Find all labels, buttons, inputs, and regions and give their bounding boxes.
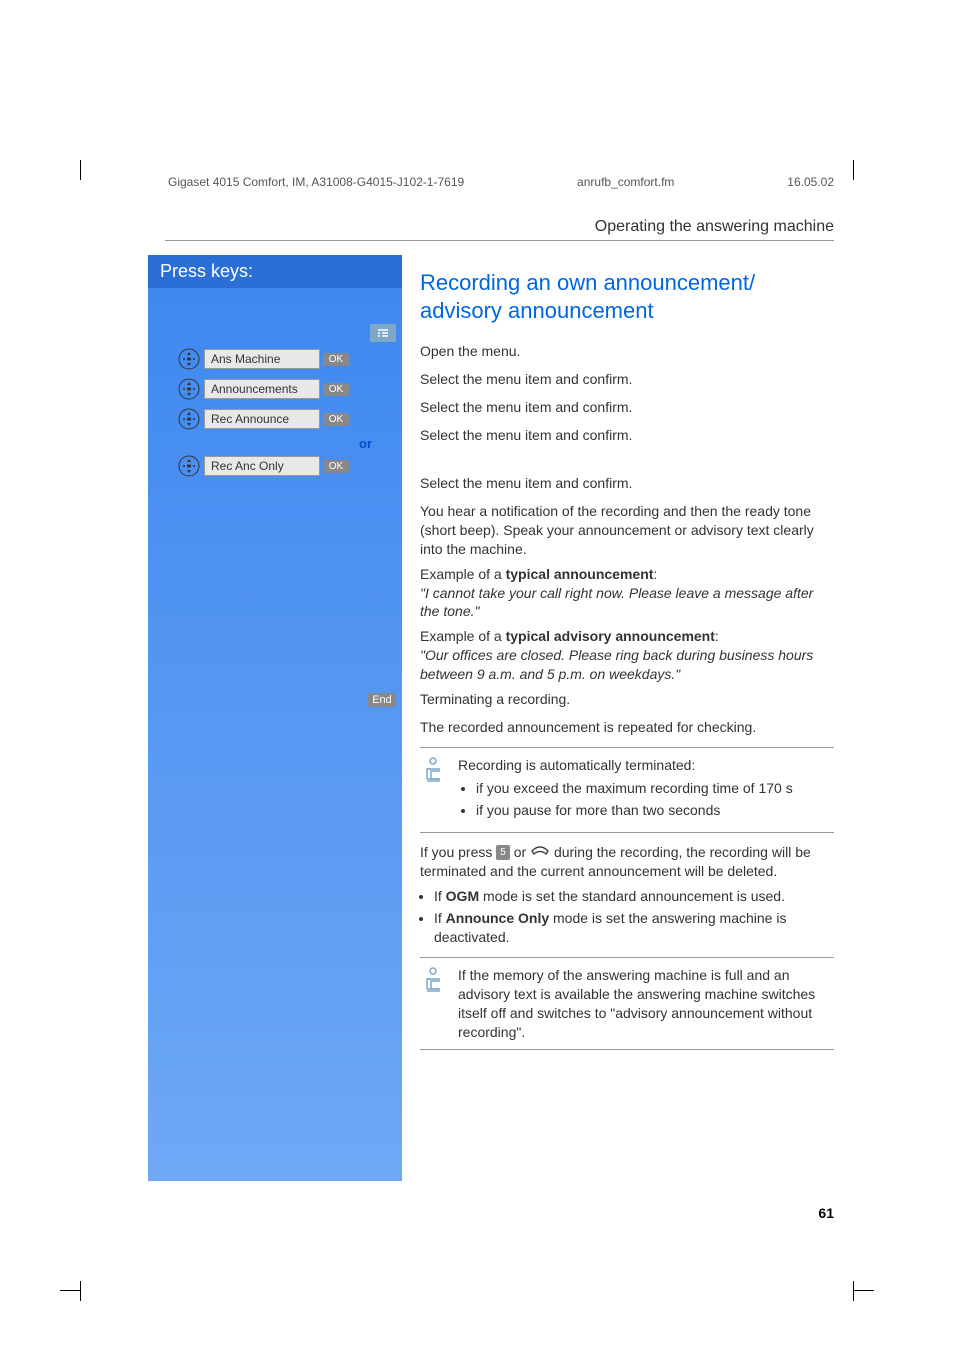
or-separator: or <box>148 436 402 451</box>
hangup-icon[interactable] <box>530 843 550 862</box>
section-rule <box>165 240 834 241</box>
crop-mark <box>80 1281 81 1301</box>
ok-button[interactable]: OK <box>323 460 349 473</box>
info-line: Recording is automatically terminated: <box>458 756 834 775</box>
step-select-1: Select the menu item and confirm. <box>420 370 834 392</box>
crop-mark <box>80 160 81 180</box>
page-number: 61 <box>818 1205 834 1221</box>
crop-mark <box>853 1281 854 1301</box>
example-typical: Example of a typical announcement: "I ca… <box>420 565 834 622</box>
step-select-3: Select the menu item and confirm. <box>420 426 834 448</box>
nav-up-down-icon[interactable] <box>176 406 202 432</box>
step-select-4: Select the menu item and confirm. <box>420 474 834 496</box>
notification-text: You hear a notification of the recording… <box>420 502 834 559</box>
page-heading: Recording an own announcement/ advisory … <box>420 269 834 324</box>
step-repeated: The recorded announcement is repeated fo… <box>420 718 834 737</box>
nav-up-down-icon[interactable] <box>176 376 202 402</box>
ok-button[interactable]: OK <box>323 383 349 396</box>
file-date: 16.05.02 <box>787 175 834 189</box>
info-bullets: if you exceed the maximum recording time… <box>458 779 834 820</box>
end-button[interactable]: End <box>368 693 396 707</box>
keys-column: Ans Machine OK Announcements OK Rec Anno… <box>148 255 402 1060</box>
ok-button[interactable]: OK <box>323 413 349 426</box>
crop-mark <box>853 160 854 180</box>
menu-key-icon[interactable] <box>370 324 396 342</box>
menu-item-announcements: Announcements <box>204 379 320 399</box>
info-icon <box>420 756 448 784</box>
step-terminate: Terminating a recording. <box>420 690 834 712</box>
announce-only-note: If Announce Only mode is set the answeri… <box>434 909 834 947</box>
info-icon <box>420 966 448 994</box>
example-advisory: Example of a typical advisory announceme… <box>420 627 834 684</box>
mode-list: If OGM mode is set the standard announce… <box>420 887 834 947</box>
file-name: anrufb_comfort.fm <box>577 175 674 189</box>
menu-item-rec-announce: Rec Announce <box>204 409 320 429</box>
press-note: If you press 5 or during the recording, … <box>420 843 834 882</box>
section-title: Operating the answering machine <box>595 218 834 236</box>
key-5-icon[interactable]: 5 <box>496 845 510 860</box>
content-column: Recording an own announcement/ advisory … <box>402 255 834 1060</box>
step-open-menu: Open the menu. <box>420 342 834 364</box>
menu-item-ans-machine: Ans Machine <box>204 349 320 369</box>
menu-item-rec-anc-only: Rec Anc Only <box>204 456 320 476</box>
crop-mark <box>854 1290 874 1291</box>
ogm-mode-note: If OGM mode is set the standard announce… <box>434 887 834 906</box>
step-select-2: Select the menu item and confirm. <box>420 398 834 420</box>
nav-up-down-icon[interactable] <box>176 346 202 372</box>
info-box-memory-full: If the memory of the answering machine i… <box>420 957 834 1051</box>
ok-button[interactable]: OK <box>323 353 349 366</box>
running-header: Gigaset 4015 Comfort, IM, A31008-G4015-J… <box>168 175 834 189</box>
crop-mark <box>60 1290 80 1291</box>
doc-reference: Gigaset 4015 Comfort, IM, A31008-G4015-J… <box>168 175 464 189</box>
info-box-auto-terminate: Recording is automatically terminated: i… <box>420 747 834 833</box>
nav-up-down-icon[interactable] <box>176 453 202 479</box>
